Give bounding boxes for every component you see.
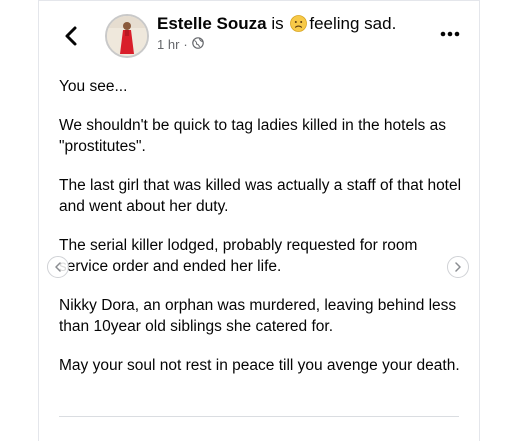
more-dots-icon [440,31,460,37]
chevron-left-icon [55,262,61,272]
post-paragraph: You see... [59,78,128,95]
post-body: You see... We shouldn't be quick to tag … [59,76,469,394]
avatar[interactable] [105,14,149,58]
sad-face-icon [290,15,308,37]
post-paragraph: The serial killer lodged, probably reque… [59,237,418,275]
feeling-text[interactable]: feeling sad. [309,14,396,33]
post-paragraph: We shouldn't be quick to tag ladies kill… [59,117,446,155]
post-paragraph: May your soul not rest in peace till you… [59,357,460,374]
next-button[interactable] [447,256,469,278]
post-paragraph: The last girl that was killed was actual… [59,177,462,215]
post-header-line: Estelle Souza is feeling sad. [157,14,396,37]
post-meta: 1 hr · [157,37,204,52]
post-card: Estelle Souza is feeling sad. 1 hr · You… [38,0,480,441]
chevron-left-icon [65,26,77,46]
post-time[interactable]: 1 hr [157,37,179,52]
avatar-image [107,16,147,56]
globe-icon [191,37,204,52]
chevron-right-icon [455,262,461,272]
status-prefix: is [271,14,284,33]
back-button[interactable] [59,22,83,50]
author-name[interactable]: Estelle Souza [157,14,267,33]
more-options-button[interactable] [437,24,463,44]
divider [59,416,459,417]
post-paragraph: Nikky Dora, an orphan was murdered, leav… [59,297,457,335]
previous-button[interactable] [47,256,69,278]
meta-separator: · [183,37,188,52]
